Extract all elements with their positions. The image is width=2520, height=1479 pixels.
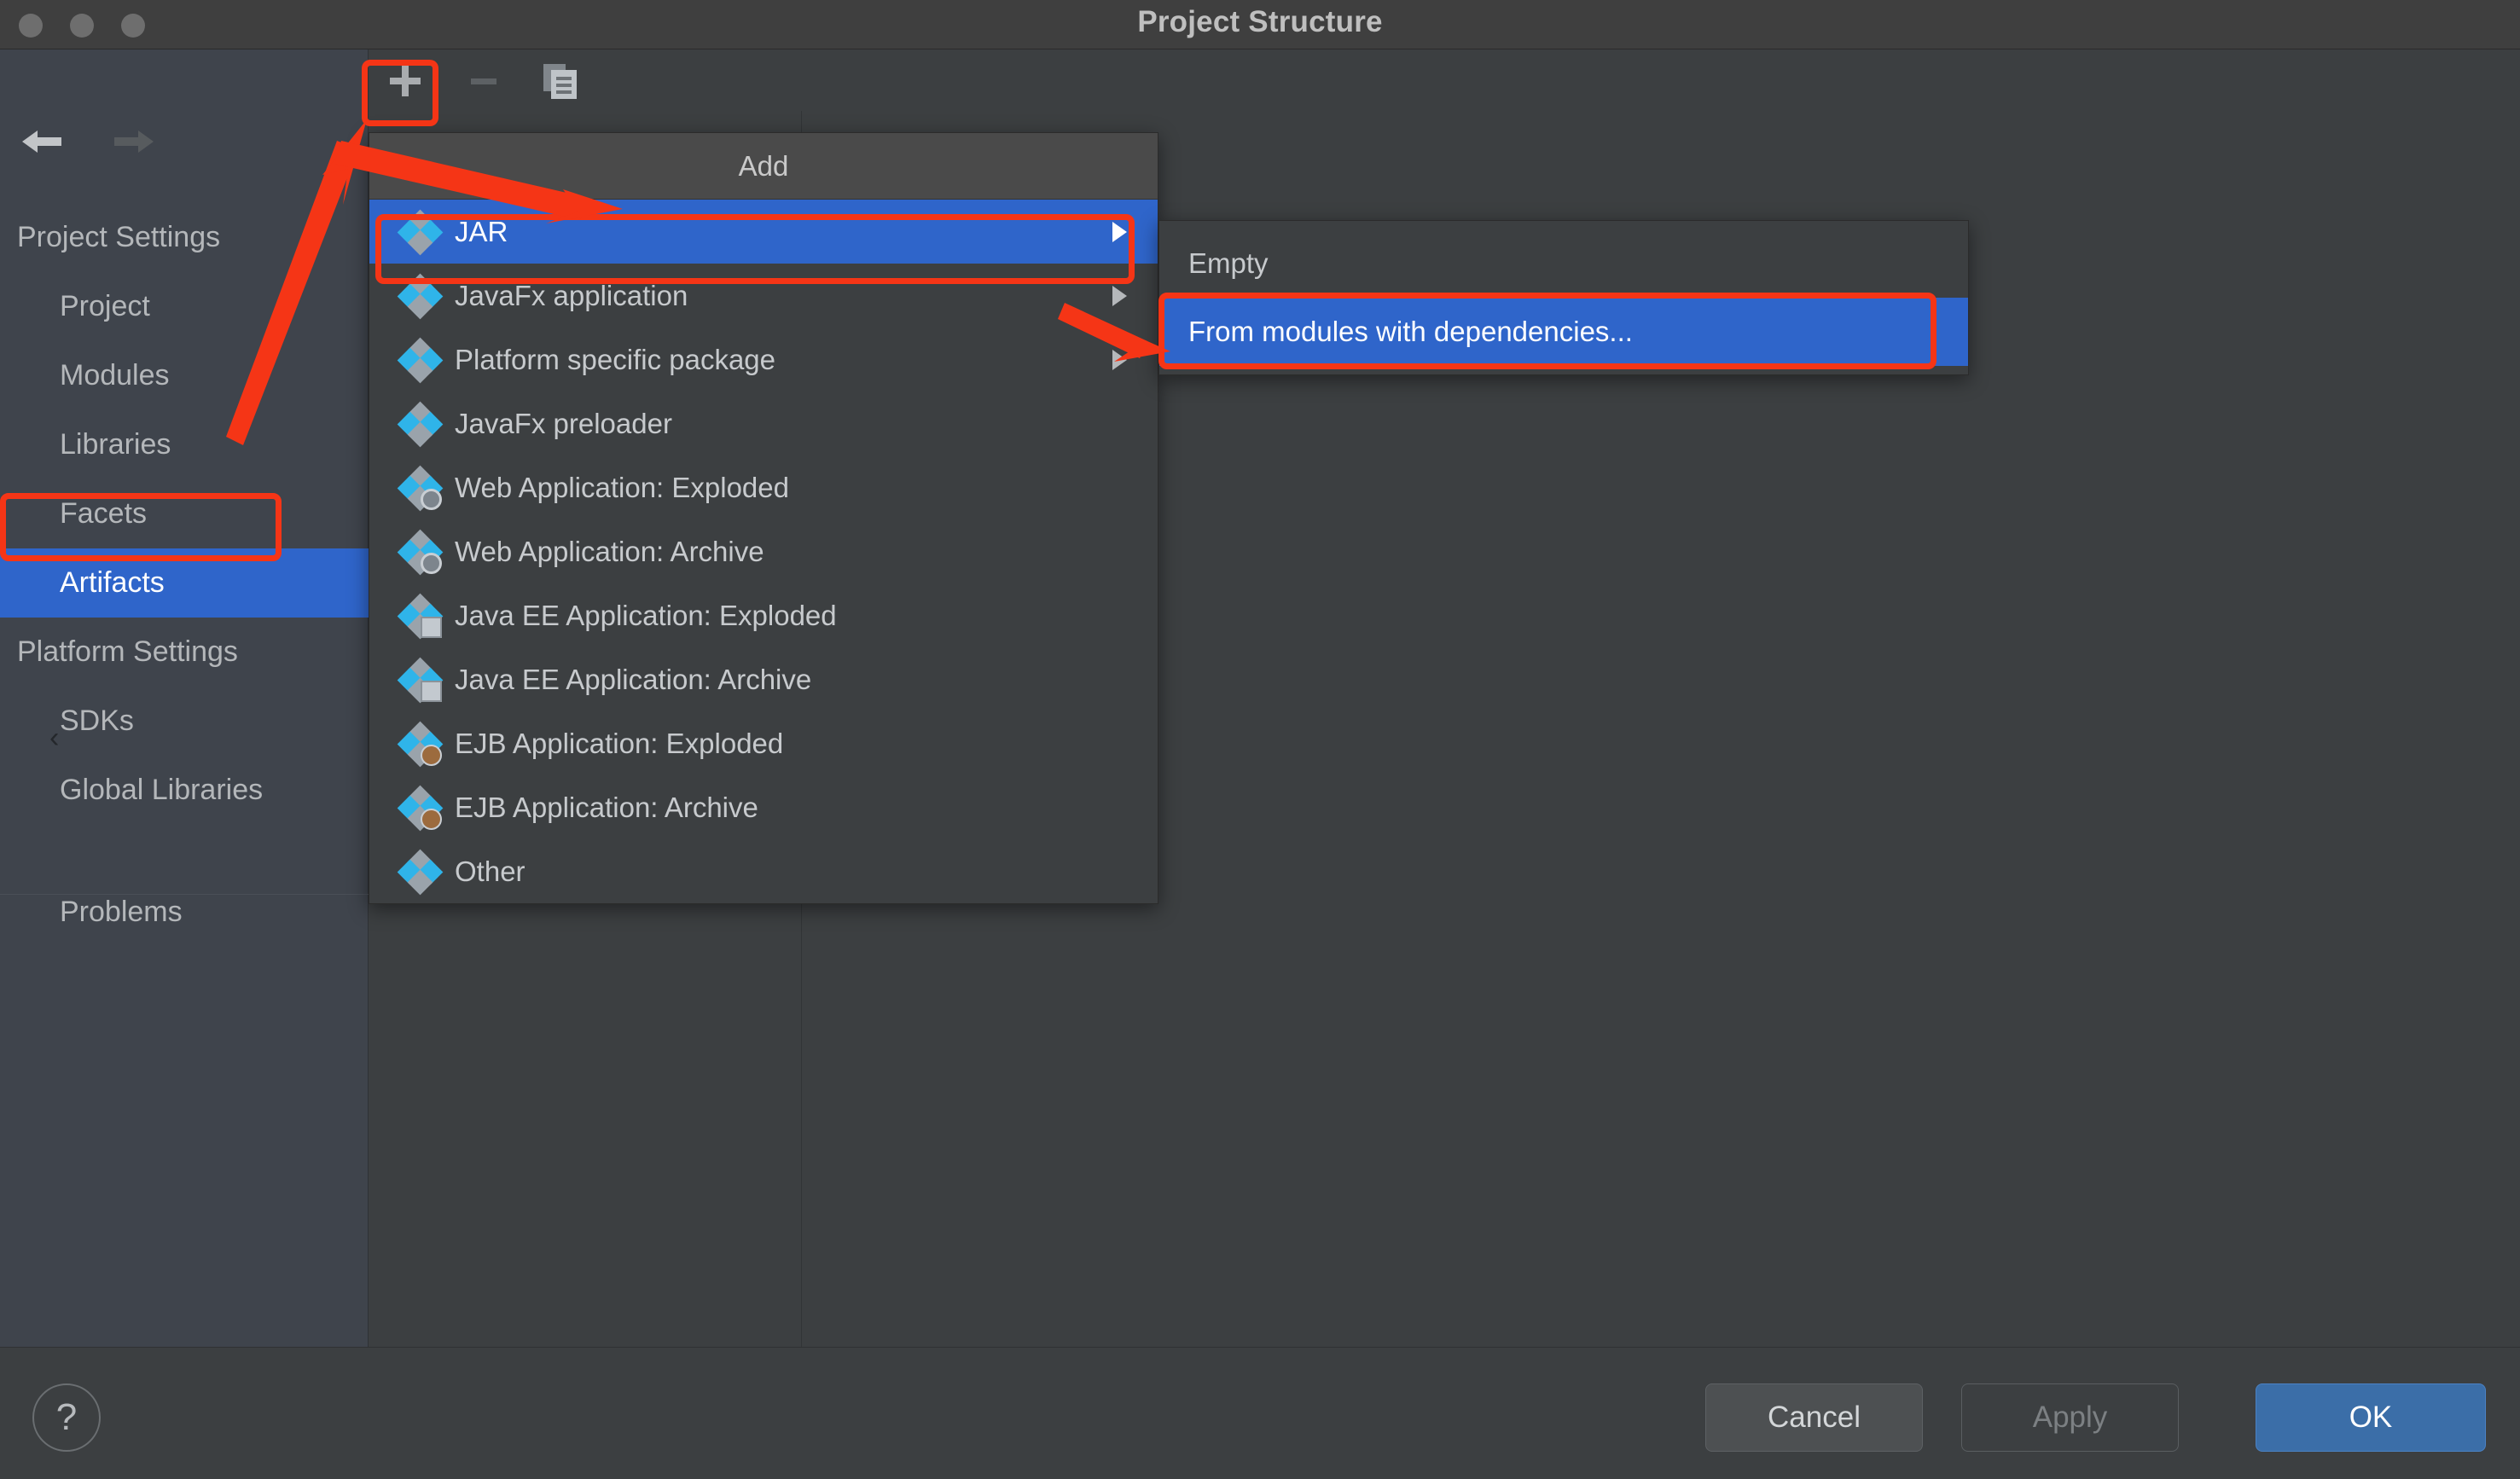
bean-badge-icon xyxy=(421,808,442,830)
sidebar-group-label: Platform Settings xyxy=(17,635,238,668)
minus-icon xyxy=(471,78,496,84)
menu-item-label: Web Application: Exploded xyxy=(455,471,789,503)
ee-badge-icon xyxy=(421,680,442,702)
back-arrow-icon[interactable] xyxy=(19,125,63,159)
window-title: Project Structure xyxy=(1137,5,1383,38)
sidebar-item-libraries[interactable]: Libraries xyxy=(0,410,369,479)
sidebar-group-project-settings: Project Settings xyxy=(0,203,369,272)
apply-button[interactable]: Apply xyxy=(1961,1383,2179,1452)
artifact-javaee-exploded-icon xyxy=(397,593,444,639)
chevron-right-icon xyxy=(1112,221,1127,242)
sidebar-item-label: Global Libraries xyxy=(60,774,264,806)
chevron-right-icon xyxy=(1112,349,1127,370)
sidebar-item-facets[interactable]: Facets xyxy=(0,479,369,548)
project-structure-dialog: Project Structure Project Settings Proje… xyxy=(0,0,2520,1479)
menu-item-java-ee-application-archive[interactable]: Java EE Application: Archive xyxy=(369,647,1158,711)
artifact-other-icon xyxy=(397,849,444,895)
sidebar-divider xyxy=(0,894,369,895)
sidebar-item-label: Artifacts xyxy=(60,566,165,599)
sidebar-item-problems[interactable]: Problems xyxy=(0,878,369,947)
menu-item-label: Java EE Application: Exploded xyxy=(455,599,837,631)
artifact-ejb-exploded-icon xyxy=(397,721,444,767)
menu-item-platform-specific-package[interactable]: Platform specific package xyxy=(369,328,1158,392)
menu-item-other[interactable]: Other xyxy=(369,839,1158,903)
remove-button[interactable] xyxy=(454,56,514,106)
sidebar-item-label: Facets xyxy=(60,497,148,530)
jar-submenu: Empty From modules with dependencies... xyxy=(1158,220,1969,375)
sidebar-group-platform-settings: Platform Settings xyxy=(0,618,369,687)
forward-arrow-icon[interactable] xyxy=(113,125,157,159)
bean-badge-icon xyxy=(421,744,442,766)
menu-item-javafx-preloader[interactable]: JavaFx preloader xyxy=(369,392,1158,455)
submenu-item-empty[interactable]: Empty xyxy=(1159,229,1968,298)
menu-item-label: EJB Application: Exploded xyxy=(455,727,784,759)
menu-item-label: Other xyxy=(455,855,525,887)
submenu-item-label: From modules with dependencies... xyxy=(1188,316,1633,347)
menu-item-jar[interactable]: JAR xyxy=(369,200,1158,264)
artifacts-toolbar xyxy=(369,49,2520,111)
menu-item-label: EJB Application: Archive xyxy=(455,791,758,823)
menu-item-javafx-application[interactable]: JavaFx application xyxy=(369,264,1158,328)
submenu-item-from-modules-with-dependencies[interactable]: From modules with dependencies... xyxy=(1159,298,1968,366)
artifact-platform-icon xyxy=(397,337,444,383)
sidebar-group-label: Project Settings xyxy=(17,221,221,253)
menu-item-label: Platform specific package xyxy=(455,343,776,375)
copy-icon xyxy=(543,64,577,99)
artifact-javafx-preloader-icon xyxy=(397,401,444,447)
dialog-footer: ? Cancel Apply OK xyxy=(0,1347,2520,1479)
menu-item-web-application-archive[interactable]: Web Application: Archive xyxy=(369,519,1158,583)
submenu-item-label: Empty xyxy=(1188,247,1269,279)
menu-item-label: Java EE Application: Archive xyxy=(455,663,812,695)
plus-icon xyxy=(390,66,421,96)
menu-item-label: JAR xyxy=(455,215,508,247)
ee-badge-icon xyxy=(421,616,442,638)
artifact-javaee-archive-icon xyxy=(397,657,444,703)
ok-button[interactable]: OK xyxy=(2256,1383,2486,1452)
sidebar-nav-arrows xyxy=(19,125,157,159)
globe-badge-icon xyxy=(421,552,442,574)
sidebar-item-global-libraries[interactable]: Global Libraries xyxy=(0,756,369,825)
settings-sidebar: Project Settings Project Modules Librari… xyxy=(0,49,369,1347)
sidebar-item-label: Modules xyxy=(60,359,170,392)
artifact-ejb-archive-icon xyxy=(397,785,444,831)
add-button[interactable] xyxy=(375,56,435,106)
menu-item-label: JavaFx preloader xyxy=(455,407,672,439)
copy-button[interactable] xyxy=(531,56,590,106)
add-menu-header: Add xyxy=(369,133,1158,200)
sidebar-item-list: Project Settings Project Modules Librari… xyxy=(0,203,369,947)
artifact-jar-icon xyxy=(397,209,444,255)
sidebar-item-label: Libraries xyxy=(60,428,171,461)
sidebar-collapse-chevron-icon[interactable]: ‹ xyxy=(49,723,59,752)
artifact-javafx-icon xyxy=(397,273,444,319)
menu-item-ejb-application-exploded[interactable]: EJB Application: Exploded xyxy=(369,711,1158,775)
menu-item-label: Web Application: Archive xyxy=(455,535,764,567)
add-artifact-menu: Add JAR JavaFx application Platform spec… xyxy=(369,132,1158,904)
window-titlebar: Project Structure xyxy=(0,0,2520,49)
menu-item-java-ee-application-exploded[interactable]: Java EE Application: Exploded xyxy=(369,583,1158,647)
chevron-right-icon xyxy=(1112,285,1127,306)
sidebar-item-label: Project xyxy=(60,290,150,322)
sidebar-item-modules[interactable]: Modules xyxy=(0,341,369,410)
menu-item-web-application-exploded[interactable]: Web Application: Exploded xyxy=(369,455,1158,519)
artifact-web-exploded-icon xyxy=(397,465,444,511)
sidebar-item-artifacts[interactable]: Artifacts xyxy=(0,548,369,618)
sidebar-item-label: Problems xyxy=(60,896,183,928)
menu-item-ejb-application-archive[interactable]: EJB Application: Archive xyxy=(369,775,1158,839)
artifact-web-archive-icon xyxy=(397,529,444,575)
globe-badge-icon xyxy=(421,488,442,510)
cancel-button[interactable]: Cancel xyxy=(1705,1383,1923,1452)
help-button[interactable]: ? xyxy=(32,1383,101,1452)
sidebar-item-label: SDKs xyxy=(60,705,134,737)
menu-item-label: JavaFx application xyxy=(455,279,688,311)
sidebar-item-project[interactable]: Project xyxy=(0,272,369,341)
